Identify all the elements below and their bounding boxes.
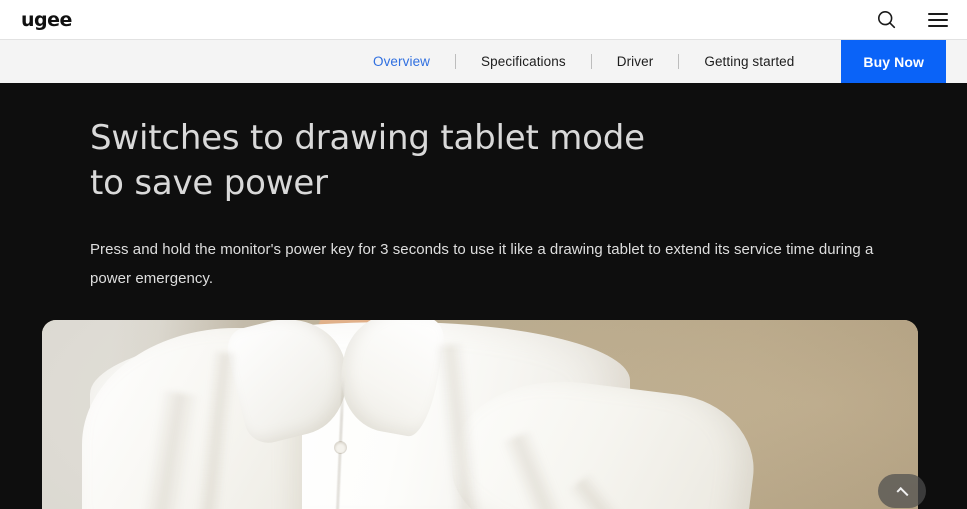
hero-title: Switches to drawing tablet mode to save … (90, 118, 645, 203)
hamburger-menu-icon[interactable] (925, 7, 951, 33)
photo-shirt (52, 320, 762, 509)
hamburger-bars (928, 12, 948, 27)
search-icon[interactable] (873, 7, 899, 33)
hero-section: Switches to drawing tablet mode to save … (0, 83, 967, 509)
subnav-items: Overview Specifications Driver Getting s… (348, 40, 946, 83)
product-subnav: Overview Specifications Driver Getting s… (0, 40, 967, 83)
chevron-up-icon (895, 486, 909, 499)
nav-item-getting-started[interactable]: Getting started (679, 40, 819, 83)
hero-media-card (42, 320, 918, 509)
product-page: ugee Overview Specifications Driver Gett… (0, 0, 967, 509)
nav-item-specifications[interactable]: Specifications (456, 40, 591, 83)
header-actions (873, 0, 951, 39)
shirt-button (335, 442, 346, 453)
nav-item-driver[interactable]: Driver (592, 40, 679, 83)
buy-now-button[interactable]: Buy Now (841, 40, 946, 83)
brand-logo[interactable]: ugee (21, 9, 72, 31)
nav-item-overview[interactable]: Overview (348, 40, 455, 83)
back-to-top-button[interactable] (878, 474, 926, 508)
hero-description: Press and hold the monitor's power key f… (90, 241, 874, 287)
site-header: ugee (0, 0, 967, 40)
hero-photo (42, 320, 918, 509)
